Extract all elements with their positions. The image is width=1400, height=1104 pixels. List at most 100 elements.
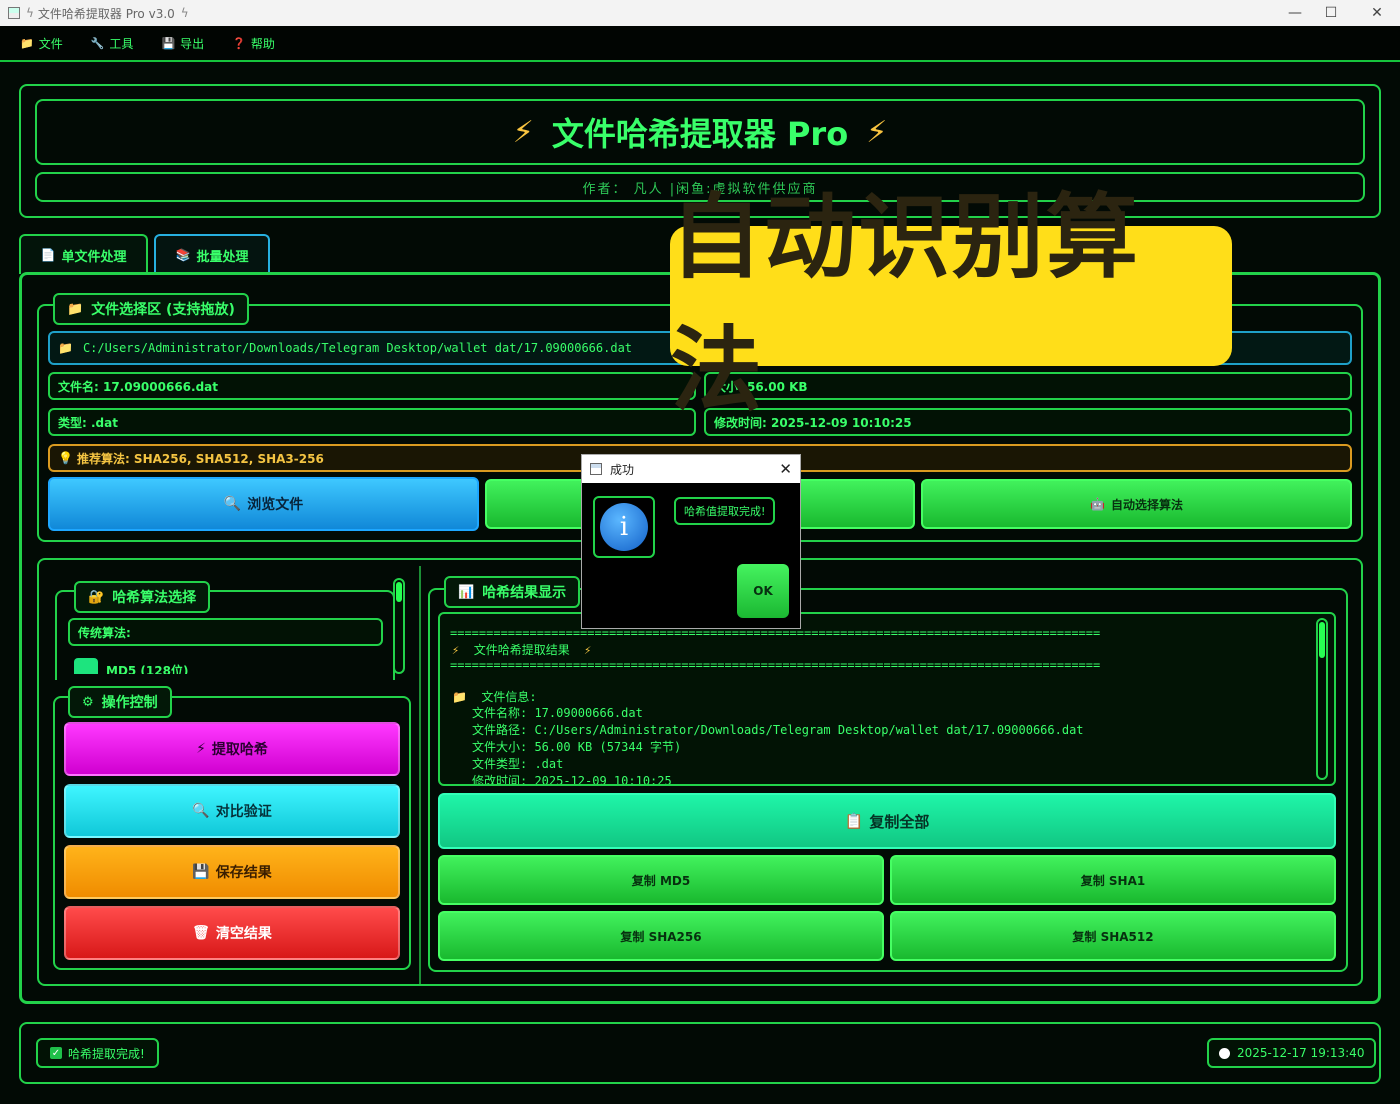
filename-field: 文件名: 17.09000666.dat	[48, 372, 696, 400]
lightning-icon: ⚡	[452, 643, 460, 657]
md5-checkbox[interactable]	[74, 658, 98, 674]
recommend-text: 推荐算法: SHA256, SHA512, SHA3-256	[76, 451, 324, 466]
compare-verify-button[interactable]: 🔍 对比验证	[64, 784, 400, 838]
window-title: 文件哈希提取器 Pro v3.0	[37, 6, 175, 21]
floppy-icon: 💾	[192, 864, 210, 880]
lightning-icon: ϟ	[26, 6, 34, 20]
result-text-area[interactable]: ========================================…	[438, 612, 1336, 786]
folder-icon: 📁	[20, 36, 34, 50]
app-title: 文件哈希提取器 Pro	[551, 115, 849, 153]
result-legend: 📊 哈希结果显示	[444, 576, 581, 608]
info-icon: i	[600, 503, 648, 551]
button-label: 对比验证	[215, 804, 272, 820]
menu-export[interactable]: 💾 导出	[161, 35, 204, 52]
file-path-text: C:/Users/Administrator/Downloads/Telegra…	[82, 341, 633, 355]
section-divider	[419, 566, 421, 984]
button-label: 提取哈希	[211, 742, 268, 758]
result-scrollbar[interactable]	[1316, 618, 1328, 780]
status-bar	[19, 1022, 1381, 1084]
books-icon: 📚	[175, 248, 191, 262]
algo-scrollbar[interactable]	[393, 578, 405, 674]
separator-line: ========================================…	[450, 658, 1101, 672]
status-text: 哈希提取完成!	[68, 1046, 145, 1061]
result-title-line: ⚡ 文件哈希提取结果 ⚡	[452, 641, 591, 658]
tab-label: 单文件处理	[61, 249, 127, 265]
file-info-header: 📁 文件信息:	[452, 688, 537, 705]
scroll-thumb[interactable]	[1319, 622, 1325, 658]
copy-all-button[interactable]: 📋 复制全部	[438, 793, 1336, 849]
trash-icon: 🗑	[192, 925, 210, 941]
scroll-thumb[interactable]	[396, 582, 402, 602]
file-select-legend: 📁 文件选择区 (支持拖放)	[53, 293, 249, 325]
checkmark-icon: ✓	[50, 1047, 62, 1059]
copy-md5-button[interactable]: 复制 MD5	[438, 855, 884, 905]
save-result-button[interactable]: 💾 保存结果	[64, 845, 400, 899]
lock-icon: 🔐	[88, 589, 105, 605]
legend-label: 操作控制	[101, 695, 158, 711]
maximize-button[interactable]: ☐	[1308, 0, 1354, 26]
result-line: 修改时间: 2025-12-09 10:10:25	[472, 774, 672, 786]
copy-sha1-button[interactable]: 复制 SHA1	[890, 855, 1336, 905]
close-icon[interactable]: ✕	[779, 460, 792, 478]
extract-hash-button[interactable]: ⚡ 提取哈希	[64, 722, 400, 776]
success-dialog: 成功 ✕ i 哈希值提取完成! OK	[581, 454, 801, 629]
folder-icon: 📁	[58, 341, 73, 355]
question-icon: ❓	[232, 36, 246, 50]
menu-tools[interactable]: 🔧 工具	[91, 35, 134, 52]
close-window-button[interactable]: ✕	[1354, 0, 1400, 26]
clear-result-button[interactable]: 🗑 清空结果	[64, 906, 400, 960]
lightning-icon: ϟ	[180, 6, 189, 20]
ok-button[interactable]: OK	[737, 564, 789, 618]
robot-icon: 🤖	[1090, 497, 1105, 511]
result-line: 文件大小: 56.00 KB (57344 字节)	[472, 740, 682, 754]
auto-select-algo-button[interactable]: 🤖 自动选择算法	[921, 479, 1352, 529]
window-titlebar: ϟ 文件哈希提取器 Pro v3.0 ϟ — ☐ ✕	[0, 0, 1400, 26]
folder-icon: 📁	[67, 301, 84, 317]
copy-sha256-button[interactable]: 复制 SHA256	[438, 911, 884, 961]
result-line: 文件路径: C:/Users/Administrator/Downloads/T…	[472, 723, 1084, 737]
menu-label: 工具	[109, 36, 134, 51]
result-title: 文件哈希提取结果	[473, 643, 570, 657]
lightbulb-icon: 💡	[58, 451, 73, 465]
result-line: 文件类型: .dat	[472, 757, 564, 771]
gear-icon: ⚙	[82, 694, 94, 710]
tab-batch[interactable]: 📚 批量处理	[154, 234, 270, 274]
button-label: 浏览文件	[247, 497, 304, 513]
dialog-message: 哈希值提取完成!	[674, 497, 776, 525]
button-label: 自动选择算法	[1110, 497, 1183, 512]
search-icon: 🔍	[192, 803, 210, 819]
menubar: 📁 文件 🔧 工具 💾 导出 ❓ 帮助	[0, 26, 1400, 62]
info-header-text: 文件信息:	[481, 690, 537, 704]
legend-label: 文件选择区 (支持拖放)	[91, 302, 235, 318]
tab-single-file[interactable]: 📄 单文件处理	[19, 234, 148, 274]
floppy-icon: 💾	[161, 36, 176, 50]
window-icon	[590, 463, 602, 475]
info-icon-box: i	[593, 496, 655, 558]
lightning-icon: ⚡	[866, 114, 888, 150]
menu-help[interactable]: ❓ 帮助	[232, 35, 275, 52]
legend-label: 哈希结果显示	[482, 585, 567, 601]
wrench-icon: 🔧	[90, 36, 105, 50]
tab-label: 批量处理	[196, 249, 249, 265]
status-clock: 2025-12-17 19:13:40	[1207, 1038, 1377, 1068]
app-icon	[8, 7, 20, 19]
search-icon: 🔍	[223, 496, 242, 512]
browse-file-button[interactable]: 🔍 浏览文件	[48, 477, 479, 531]
lightning-icon: ⚡	[584, 643, 592, 657]
copy-sha512-button[interactable]: 复制 SHA512	[890, 911, 1336, 961]
document-icon: 📄	[40, 248, 56, 262]
folder-icon: 📁	[452, 690, 467, 704]
ops-legend: ⚙ 操作控制	[68, 686, 172, 718]
filetype-field: 类型: .dat	[48, 408, 696, 436]
chart-icon: 📊	[458, 584, 475, 600]
dialog-title: 成功	[610, 462, 635, 477]
md5-label: MD5 (128位)	[106, 664, 189, 674]
menu-label: 文件	[38, 36, 63, 51]
clipboard-icon: 📋	[844, 812, 864, 830]
traditional-algo-label: 传统算法:	[68, 618, 383, 646]
overlay-caption: 自动识别算法	[670, 184, 1232, 424]
clock-icon	[1219, 1047, 1230, 1059]
button-label: 保存结果	[215, 865, 272, 881]
menu-file[interactable]: 📁 文件	[20, 35, 63, 52]
dialog-titlebar: 成功 ✕	[582, 455, 800, 483]
